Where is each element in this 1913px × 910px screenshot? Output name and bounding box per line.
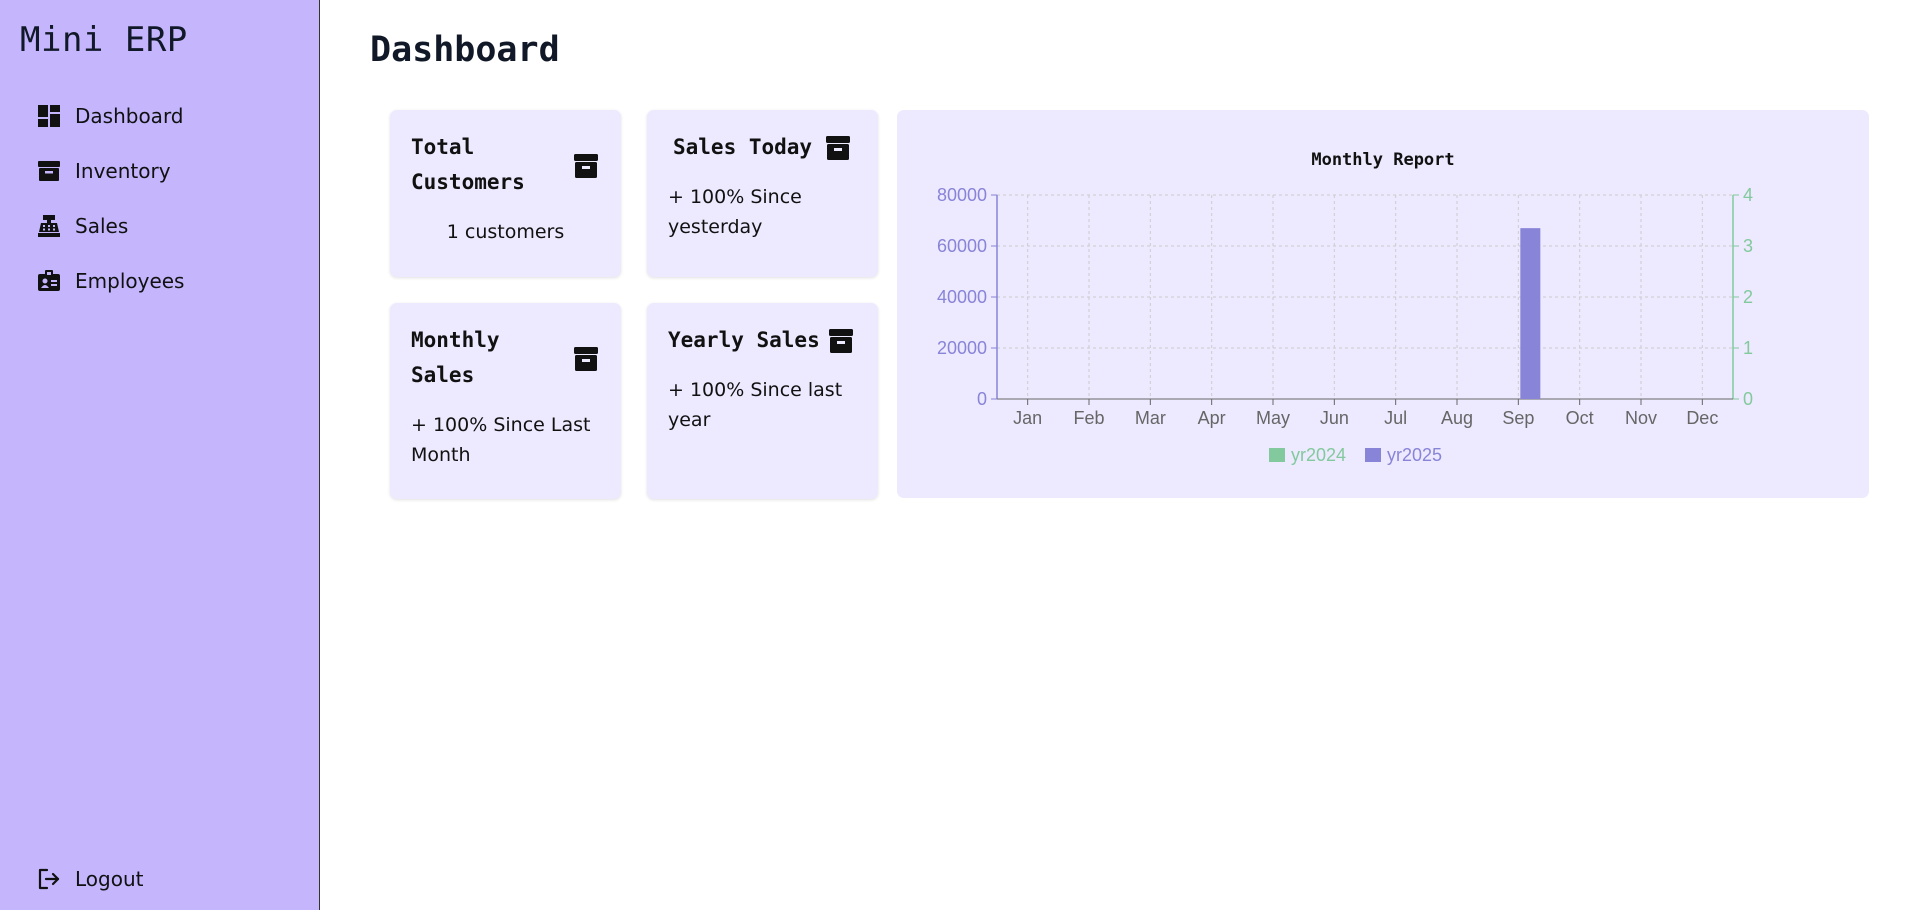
dashboard-icon bbox=[36, 103, 61, 128]
x-axis-tick-label: May bbox=[1256, 408, 1290, 428]
cash-register-icon bbox=[36, 213, 61, 238]
left-axis-tick-label: 40000 bbox=[937, 287, 987, 307]
x-axis-tick-label: Nov bbox=[1625, 408, 1657, 428]
card-title: Monthly Sales bbox=[411, 323, 500, 393]
card-text-line: year bbox=[668, 409, 711, 431]
card-text: + 100% Since yesterday bbox=[668, 182, 802, 242]
card-title-line: Monthly bbox=[411, 328, 500, 352]
monthly-sales-card: Monthly Sales + 100% Since Last Month bbox=[390, 303, 621, 499]
sidebar-item-label: Sales bbox=[75, 213, 129, 238]
sidebar-item-dashboard[interactable]: Dashboard bbox=[36, 88, 184, 143]
card-text-line: Month bbox=[411, 444, 471, 466]
logout-icon bbox=[36, 866, 61, 891]
legend-label-yr2024: yr2024 bbox=[1291, 445, 1346, 465]
sidebar-item-label: Dashboard bbox=[75, 103, 184, 128]
yearly-sales-card: Yearly Sales + 100% Since last year bbox=[647, 303, 878, 499]
sidebar: Mini ERP Dashboard Inventory Sales Emplo… bbox=[0, 0, 320, 910]
legend-swatch-yr2025 bbox=[1365, 448, 1381, 462]
sidebar-item-sales[interactable]: Sales bbox=[36, 198, 184, 253]
sidebar-item-label: Employees bbox=[75, 268, 185, 293]
x-axis-tick-label: Jul bbox=[1384, 408, 1407, 428]
right-axis-tick-label: 4 bbox=[1743, 185, 1753, 205]
x-axis-tick-label: Aug bbox=[1441, 408, 1473, 428]
archive-box-icon bbox=[36, 158, 61, 183]
sidebar-nav: Dashboard Inventory Sales Employees bbox=[36, 88, 184, 308]
card-text-line: yesterday bbox=[668, 216, 763, 238]
card-text-line: + 100% Since bbox=[668, 186, 802, 208]
card-text-line: + 100% Since last bbox=[668, 379, 843, 401]
archive-box-icon bbox=[573, 152, 599, 180]
archive-box-icon bbox=[825, 134, 851, 162]
card-title-line: Total bbox=[411, 135, 475, 159]
left-axis-tick-label: 20000 bbox=[937, 338, 987, 358]
card-text: + 100% Since last year bbox=[668, 375, 842, 435]
card-text: 1 customers bbox=[446, 221, 565, 243]
card-text-line: + 100% Since Last bbox=[411, 414, 591, 436]
monthly-report-chart: Monthly Report 0 20000 40000 60000 80000 0 1 2 3 4… bbox=[937, 150, 1753, 465]
sidebar-item-label: Inventory bbox=[75, 158, 171, 183]
x-axis-tick-label: Jan bbox=[1013, 408, 1042, 428]
x-axis-tick-label: Apr bbox=[1198, 408, 1226, 428]
logout-button[interactable]: Logout bbox=[36, 851, 143, 906]
x-axis-tick-label: Oct bbox=[1566, 408, 1594, 428]
sidebar-item-employees[interactable]: Employees bbox=[36, 253, 184, 308]
monthly-report-card: Monthly Report 0 20000 40000 60000 80000 0 1 2 3 4… bbox=[897, 110, 1869, 498]
bar-yr2025-sep bbox=[1520, 228, 1541, 399]
sidebar-item-inventory[interactable]: Inventory bbox=[36, 143, 184, 198]
x-axis-tick-label: Sep bbox=[1502, 408, 1534, 428]
card-title: Sales Today bbox=[673, 135, 813, 159]
left-axis-tick-label: 80000 bbox=[937, 185, 987, 205]
left-axis-tick-label: 60000 bbox=[937, 236, 987, 256]
legend-swatch-yr2024 bbox=[1269, 448, 1285, 462]
page-title: Dashboard bbox=[370, 30, 560, 70]
chart-title: Monthly Report bbox=[1311, 150, 1454, 170]
logout-label: Logout bbox=[75, 866, 144, 891]
card-title-line: Customers bbox=[411, 170, 525, 194]
total-customers-card: Total Customers 1 customers bbox=[390, 110, 621, 277]
right-axis-tick-label: 1 bbox=[1743, 338, 1753, 358]
archive-box-icon bbox=[828, 327, 854, 355]
id-badge-icon bbox=[36, 268, 61, 293]
card-title: Total Customers bbox=[411, 130, 525, 200]
card-text: + 100% Since Last Month bbox=[411, 410, 590, 470]
x-axis-tick-label: Feb bbox=[1073, 408, 1104, 428]
card-title: Yearly Sales bbox=[668, 328, 820, 352]
right-axis-tick-label: 0 bbox=[1743, 389, 1753, 409]
x-axis-tick-label: Mar bbox=[1135, 408, 1166, 428]
right-axis-tick-label: 3 bbox=[1743, 236, 1753, 256]
right-axis-tick-label: 2 bbox=[1743, 287, 1753, 307]
left-axis-tick-label: 0 bbox=[977, 389, 987, 409]
card-title-line: Sales bbox=[411, 363, 475, 387]
x-axis-tick-label: Jun bbox=[1320, 408, 1349, 428]
sales-today-card: Sales Today + 100% Since yesterday bbox=[647, 110, 878, 277]
archive-box-icon bbox=[573, 345, 599, 373]
app-title: Mini ERP bbox=[20, 20, 188, 60]
x-axis-tick-label: Dec bbox=[1686, 408, 1718, 428]
legend-label-yr2025: yr2025 bbox=[1387, 445, 1442, 465]
